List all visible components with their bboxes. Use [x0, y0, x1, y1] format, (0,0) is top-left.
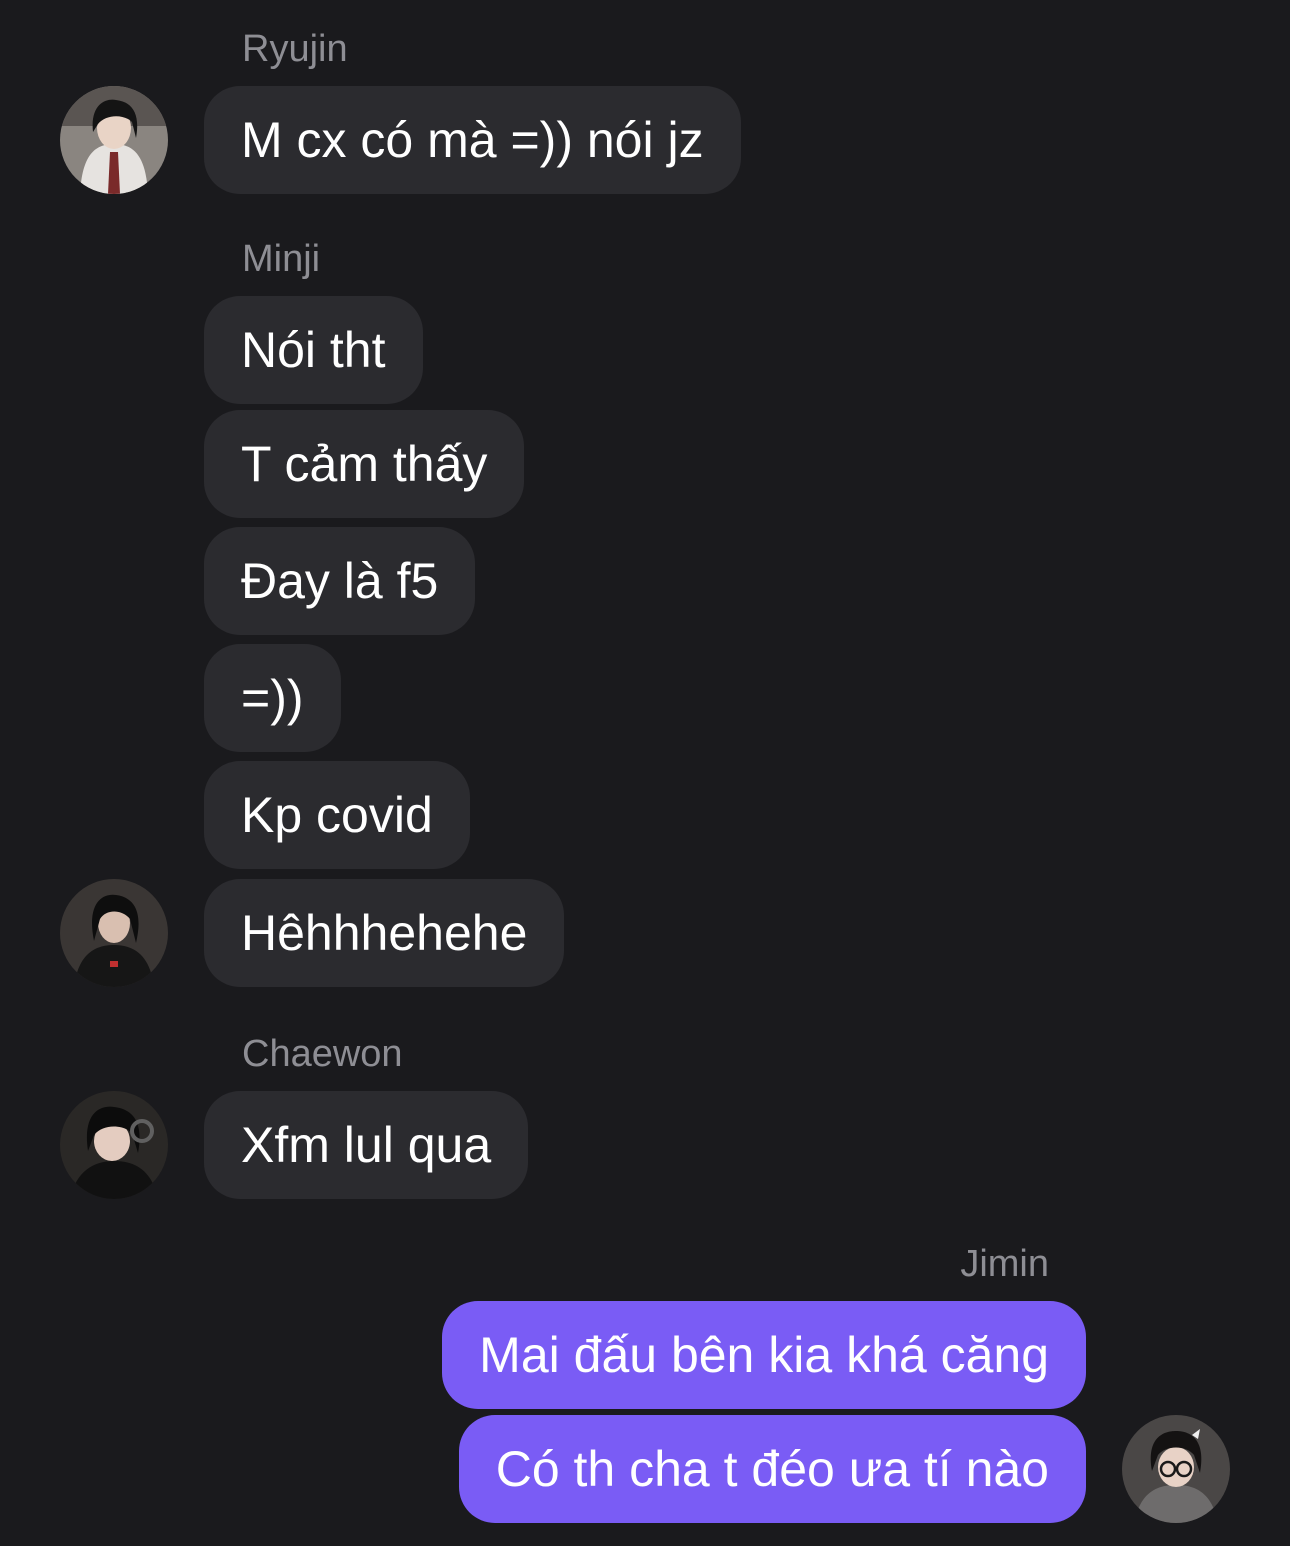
jimin-avatar[interactable]: [1122, 1415, 1230, 1523]
message-bubble[interactable]: Nói tht: [204, 296, 423, 404]
sender-name-jimin: Jimin: [960, 1243, 1049, 1285]
message-bubble[interactable]: Đay là f5: [204, 527, 476, 635]
minji-avatar[interactable]: [60, 879, 168, 987]
message-bubble[interactable]: =)): [204, 644, 341, 752]
message-bubble[interactable]: T cảm thấy: [204, 410, 525, 518]
ryujin-avatar[interactable]: [60, 86, 168, 194]
message-bubble[interactable]: Kp covid: [204, 761, 470, 869]
message-bubble-outgoing[interactable]: Mai đấu bên kia khá căng: [442, 1301, 1086, 1409]
chaewon-avatar[interactable]: [60, 1091, 168, 1199]
message-bubble[interactable]: Hêhhhehehe: [204, 879, 565, 987]
message-bubble[interactable]: Xfm lul qua: [204, 1091, 529, 1199]
sender-name-minji: Minji: [242, 238, 321, 280]
sender-name-chaewon: Chaewon: [242, 1033, 403, 1075]
message-bubble[interactable]: M cx có mà =)) nói jz: [204, 86, 741, 194]
chat-thread[interactable]: Ryujin M cx có mà =)) nói jz Minji Nói t…: [0, 0, 1290, 1546]
sender-name-ryujin: Ryujin: [242, 28, 348, 70]
message-bubble-outgoing[interactable]: Có th cha t đéo ưa tí nào: [458, 1415, 1086, 1523]
